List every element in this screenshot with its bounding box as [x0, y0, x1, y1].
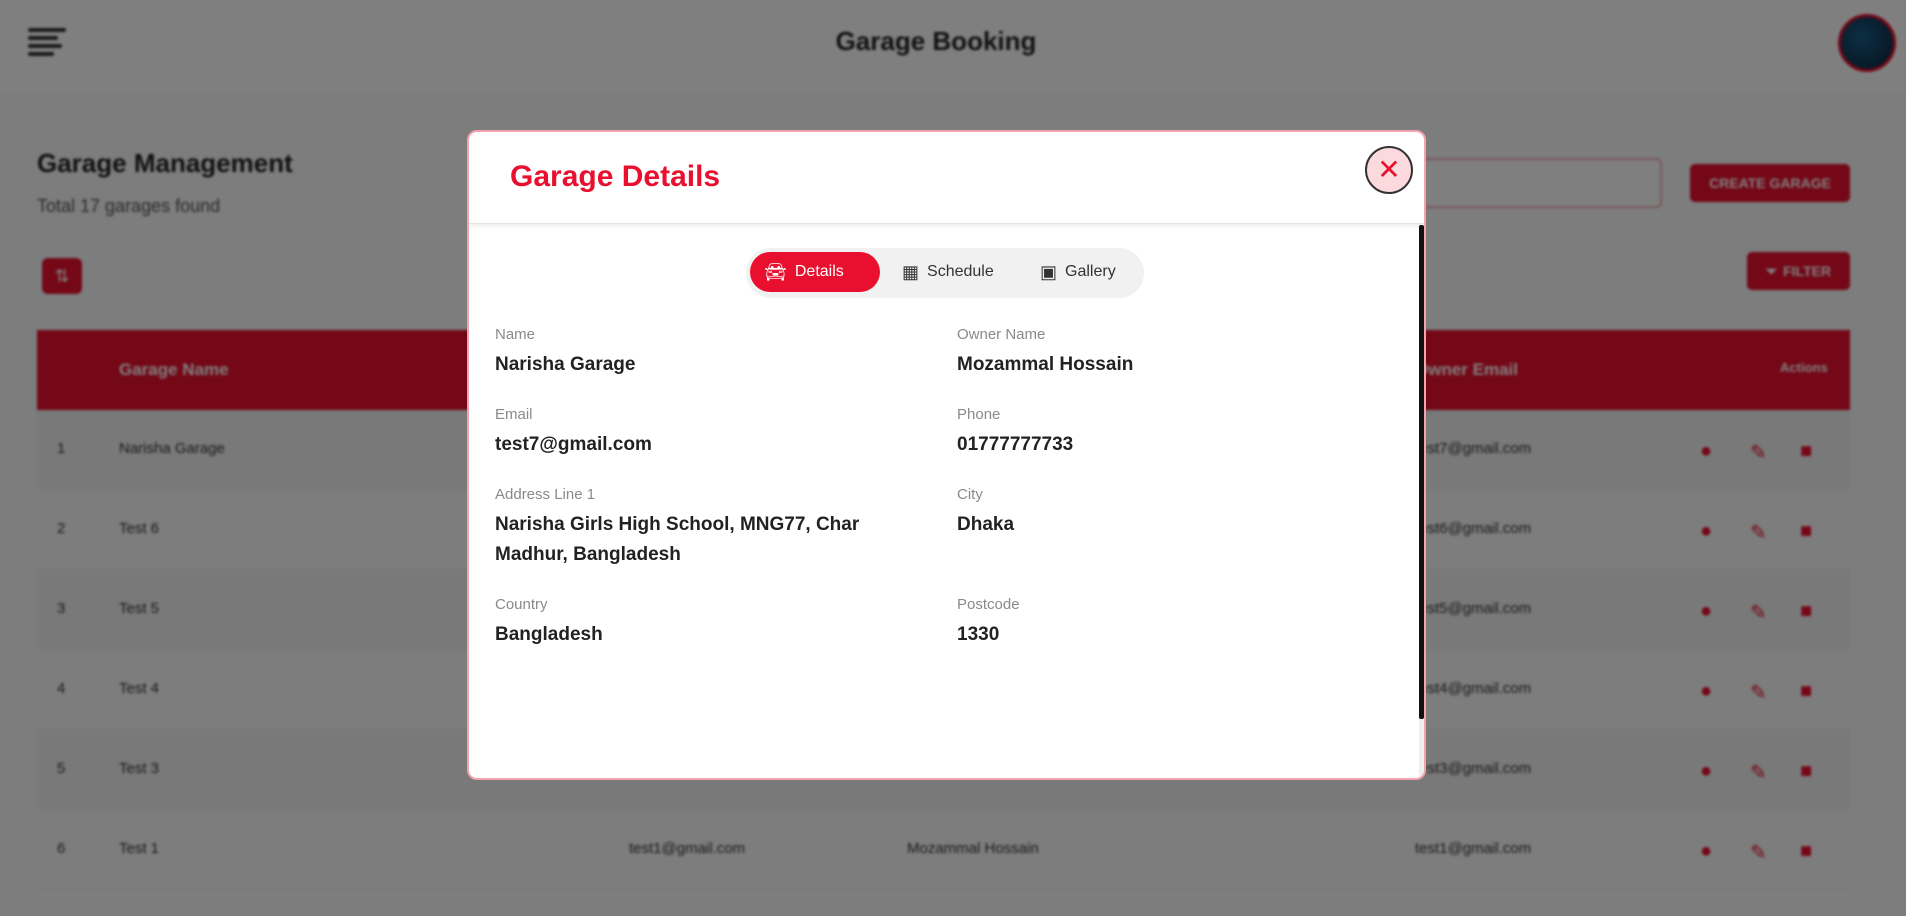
image-icon: ▣: [1040, 261, 1058, 282]
field-value: Mozammal Hossain: [957, 354, 1134, 375]
field-city: City Dhaka: [957, 486, 1357, 540]
field-label: City: [957, 486, 983, 503]
field-owner-name: Owner Name Mozammal Hossain: [957, 326, 1357, 380]
tab-gallery[interactable]: ▣ Gallery: [1026, 252, 1140, 292]
field-name: Name Narisha Garage: [495, 326, 895, 380]
scrollbar-thumb[interactable]: [1419, 225, 1424, 719]
field-value: 01777777733: [957, 434, 1074, 455]
modal-tabs: 🚘︎ Details ▦ Schedule ▣ Gallery: [746, 248, 1144, 298]
close-button[interactable]: ✕: [1365, 146, 1413, 194]
field-country: Country Bangladesh: [495, 596, 895, 650]
modal-title: Garage Details: [510, 160, 721, 193]
field-postcode: Postcode 1330: [957, 596, 1357, 650]
field-label: Country: [495, 596, 548, 613]
field-label: Phone: [957, 406, 1001, 423]
garage-details-modal: Garage Details ✕ 🚘︎ Details ▦ Schedule ▣…: [467, 130, 1426, 780]
field-value: Narisha Garage: [495, 354, 636, 375]
field-value: Dhaka: [957, 514, 1015, 535]
field-label: Email: [495, 406, 533, 423]
field-address: Address Line 1 Narisha Girls High School…: [495, 486, 915, 570]
tab-label: Schedule: [927, 263, 994, 280]
field-label: Address Line 1: [495, 486, 596, 503]
tab-label: Details: [794, 263, 844, 280]
field-value: 1330: [957, 624, 1000, 645]
tab-label: Gallery: [1065, 263, 1116, 280]
tab-details[interactable]: 🚘︎ Details: [750, 252, 880, 292]
field-value: Narisha Girls High School, MNG77, Char M…: [495, 514, 860, 565]
tab-schedule[interactable]: ▦ Schedule: [888, 252, 1018, 292]
field-value: test7@gmail.com: [495, 434, 652, 455]
field-value: Bangladesh: [495, 624, 603, 645]
calendar-icon: ▦: [902, 261, 920, 282]
field-email: Email test7@gmail.com: [495, 406, 895, 460]
close-icon: ✕: [1377, 154, 1401, 185]
field-phone: Phone 01777777733: [957, 406, 1357, 460]
field-label: Postcode: [957, 596, 1020, 613]
car-icon: 🚘︎: [764, 261, 787, 282]
field-label: Owner Name: [957, 326, 1046, 343]
modal-header: Garage Details ✕: [469, 132, 1424, 224]
field-label: Name: [495, 326, 536, 343]
